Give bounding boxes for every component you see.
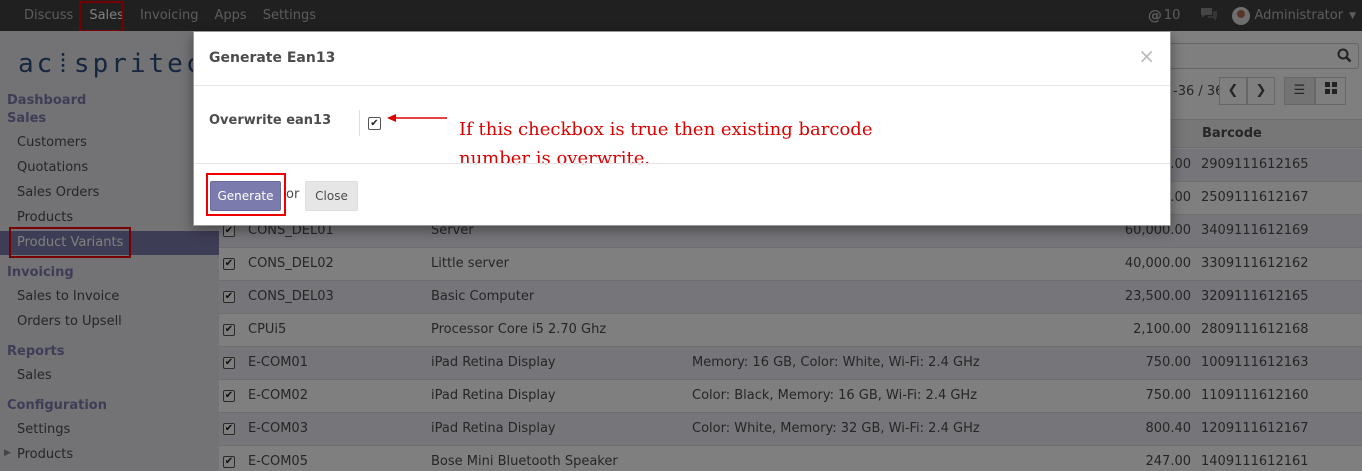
overwrite-ean13-checkbox[interactable]: ✔ [368, 117, 381, 130]
field-separator [359, 110, 360, 136]
generate-ean13-dialog: Generate Ean13 × Overwrite ean13 ✔ If th… [193, 31, 1171, 226]
close-button[interactable]: Close [305, 181, 358, 211]
dialog-header-divider [194, 85, 1170, 86]
overwrite-ean13-label: Overwrite ean13 [209, 113, 332, 128]
or-text: or [286, 187, 300, 202]
annotation-text: If this checkbox is true then existing b… [459, 119, 873, 169]
annotation-arrow-icon [387, 114, 447, 122]
close-icon[interactable]: × [1138, 44, 1155, 68]
dialog-title: Generate Ean13 [209, 50, 336, 66]
generate-button[interactable]: Generate [210, 181, 281, 211]
dialog-footer-divider [194, 163, 1170, 164]
